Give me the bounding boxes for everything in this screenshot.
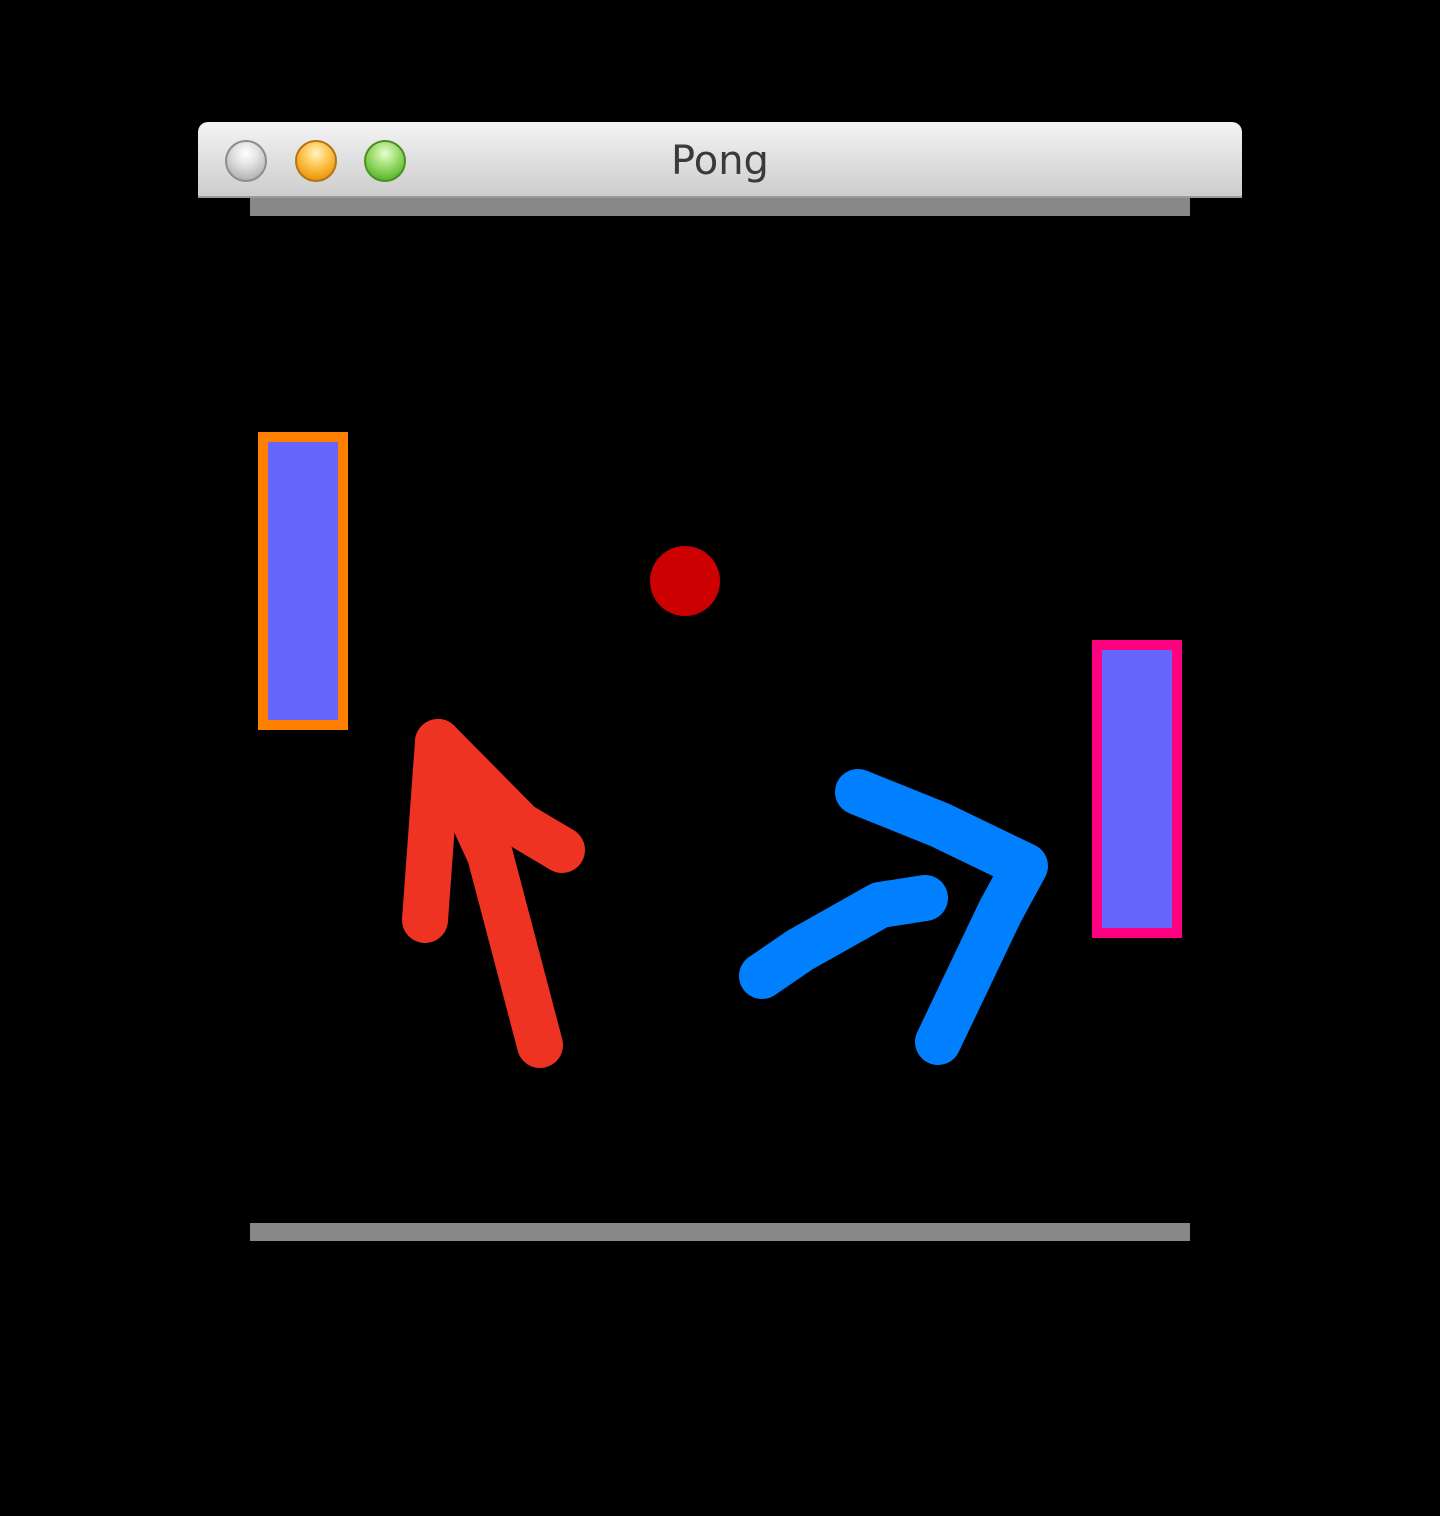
pong-stage: Pong bbox=[0, 0, 1440, 1516]
left-arrow-annotation bbox=[402, 719, 585, 1068]
right-arrow-annotation bbox=[739, 769, 1048, 1065]
right-arrow-shaft bbox=[739, 875, 948, 999]
annotation-layer bbox=[402, 719, 1048, 1068]
